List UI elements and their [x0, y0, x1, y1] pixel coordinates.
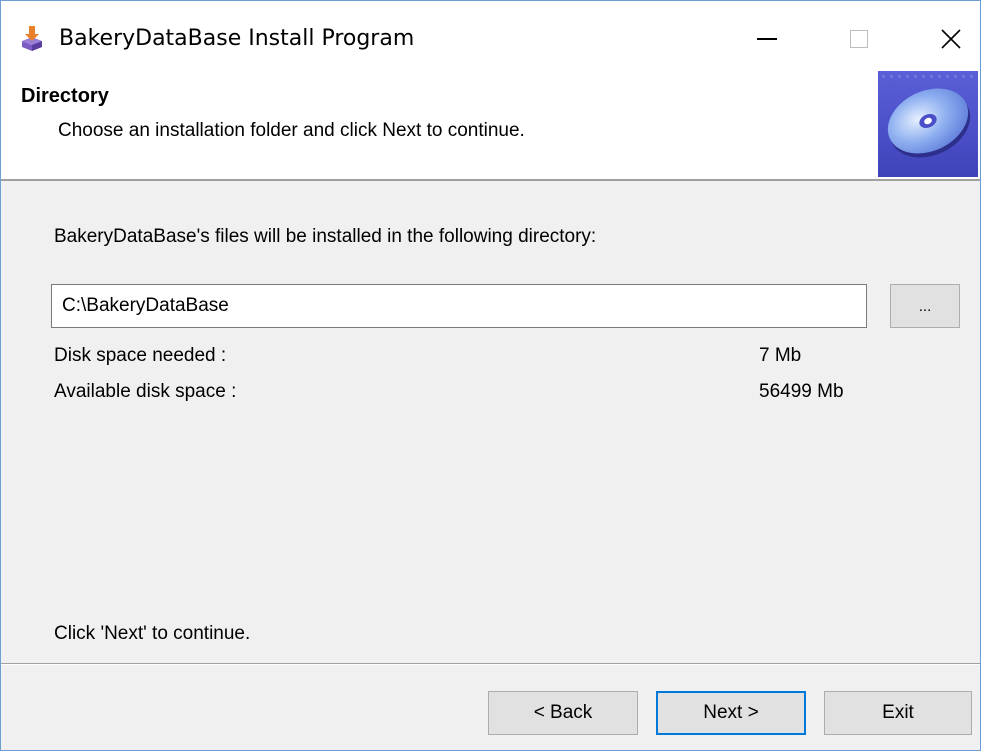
available-disk-space-value: 56499 Mb [759, 381, 844, 402]
close-button[interactable] [905, 1, 980, 77]
footer-divider [1, 663, 980, 665]
back-button[interactable]: < Back [488, 691, 638, 735]
exit-button[interactable]: Exit [824, 691, 972, 735]
window-title: BakeryDataBase Install Program [59, 26, 415, 51]
install-directory-intro: BakeryDataBase's files will be installed… [54, 226, 597, 247]
disk-space-needed-label: Disk space needed : [54, 345, 227, 366]
maximize-button[interactable] [813, 1, 905, 77]
install-path-input[interactable] [51, 284, 867, 328]
installer-window: BakeryDataBase Install Program Directory… [0, 0, 981, 751]
installer-package-icon [22, 26, 42, 51]
maximize-icon [850, 30, 868, 48]
minimize-button[interactable] [721, 1, 813, 77]
page-subtitle: Choose an installation folder and click … [58, 120, 525, 141]
close-icon [941, 29, 961, 49]
title-bar[interactable]: BakeryDataBase Install Program [1, 1, 980, 77]
continue-hint: Click 'Next' to continue. [54, 623, 251, 644]
minimize-icon [757, 38, 777, 40]
available-disk-space-label: Available disk space : [54, 381, 237, 402]
cd-disc-icon [878, 71, 978, 177]
wizard-header: Directory Choose an installation folder … [1, 69, 980, 181]
browse-button[interactable]: ... [890, 284, 960, 328]
disk-space-needed-value: 7 Mb [759, 345, 802, 366]
next-button[interactable]: Next > [656, 691, 806, 735]
page-title: Directory [21, 85, 109, 107]
